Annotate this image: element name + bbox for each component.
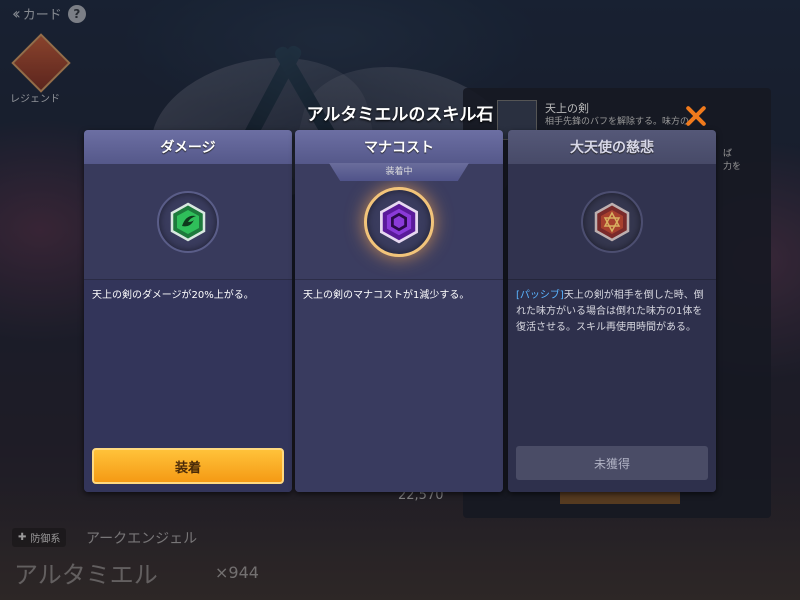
gem-frame [157, 190, 219, 253]
shield-icon: ✚ [18, 532, 27, 543]
skill-side-text: ば 力を [723, 148, 741, 174]
red-star-gem-icon [594, 202, 630, 241]
card-header: 大天使の慈悲 [508, 130, 716, 164]
purple-gem-icon [380, 200, 418, 243]
unobtained-button: 未獲得 [516, 446, 708, 480]
character-count: ×944 [215, 563, 259, 582]
skill-stone-card-archangel-mercy: 大天使の慈悲 [パッシブ]天上の剣が相手を倒した時、倒れた味方がいる場合は倒れた… [508, 130, 716, 492]
passive-label: [パッシブ] [516, 290, 564, 301]
skill-stone-card-mana-cost: マナコスト 装着中 天上の剣のマナコストが1減少する。 [295, 130, 503, 492]
class-name: アークエンジェル [86, 531, 198, 547]
card-icon-area [295, 164, 503, 280]
back-chevron-icon[interactable]: ‹‹ [12, 4, 21, 23]
skill-stone-card-damage: ダメージ 天上の剣のダメージが20%上がる。 装着 [84, 130, 292, 492]
side-line-2: 力を [722, 162, 741, 172]
character-name: アルタミエル [14, 561, 158, 589]
gem-frame [364, 186, 434, 257]
type-tag: ✚ 防御系 [12, 528, 67, 547]
card-header: ダメージ [84, 130, 292, 164]
gem-frame [581, 190, 643, 253]
side-line-1: ば [722, 149, 732, 159]
top-bar: ‹‹ カード ? [12, 4, 86, 23]
background-orange-button [560, 490, 680, 504]
modal-title: アルタミエルのスキル石 [306, 105, 494, 125]
close-icon[interactable] [684, 104, 708, 128]
card-header: マナコスト [295, 130, 503, 164]
type-tag-label: 防御系 [30, 534, 61, 545]
screen-title: カード [22, 8, 62, 23]
help-icon[interactable]: ? [67, 4, 86, 23]
green-gem-icon [170, 202, 206, 241]
card-icon-area [508, 164, 716, 280]
equipped-tag: 装着中 [329, 163, 469, 181]
card-icon-area [84, 164, 292, 280]
equip-button[interactable]: 装着 [92, 448, 284, 484]
card-description: 天上の剣のマナコストが1減少する。 [295, 280, 503, 492]
